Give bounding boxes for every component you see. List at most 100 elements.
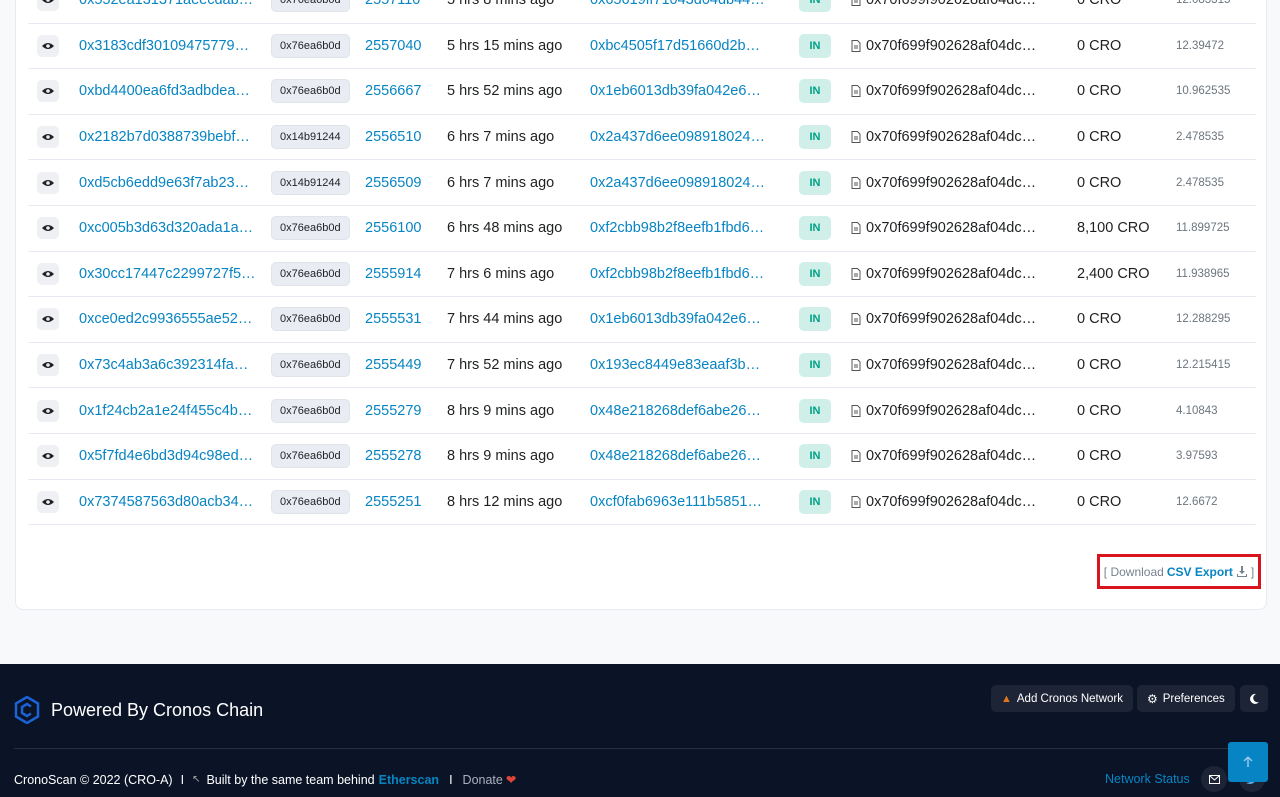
value-text: 0 CRO (1077, 448, 1122, 465)
block-link[interactable]: 2555449 (365, 357, 421, 373)
from-address-link[interactable]: 0x48e218268def6abe26… (590, 448, 768, 464)
block-link[interactable]: 2557040 (365, 38, 421, 54)
footer-divider (14, 748, 1266, 749)
txn-fee-text: 11.938965 (1176, 267, 1230, 280)
direction-badge: IN (799, 353, 831, 378)
from-address-link[interactable]: 0xf2cbb98b2f8eefb1fbd6… (590, 266, 768, 282)
view-details-button[interactable] (37, 126, 59, 149)
txn-hash-link[interactable]: 0xbd4400ea6fd3adbdea… (79, 83, 257, 99)
txn-hash-link[interactable]: 0xce0ed2c9936555ae52… (79, 311, 257, 327)
age-text: 7 hrs 52 mins ago (447, 357, 563, 374)
direction-badge: IN (799, 0, 831, 13)
method-badge: 0x76ea6b0d (271, 353, 350, 378)
to-address-text[interactable]: 0x70f699f902628af04dc… (866, 129, 1038, 145)
to-address-text[interactable]: 0x70f699f902628af04dc… (866, 83, 1038, 99)
to-address-text[interactable]: 0x70f699f902628af04dc… (866, 311, 1038, 327)
txn-hash-link[interactable]: 0xd5cb6edd9e63f7ab23… (79, 175, 257, 191)
eye-icon (42, 225, 54, 232)
txn-hash-link[interactable]: 0x7374587563d80acb34… (79, 494, 257, 510)
to-address-text[interactable]: 0x70f699f902628af04dc… (866, 403, 1038, 419)
txn-hash-link[interactable]: 0x73c4ab3a6c392314fa… (79, 357, 257, 373)
to-address-text[interactable]: 0x70f699f902628af04dc… (866, 0, 1038, 8)
value-text: 2,400 CRO (1077, 265, 1150, 282)
txn-hash-link[interactable]: 0x3183cdf30109475779… (79, 38, 257, 54)
txn-hash-link[interactable]: 0x5f7fd4e6bd3d94c98ed… (79, 448, 257, 464)
to-address-text[interactable]: 0x70f699f902628af04dc… (866, 38, 1038, 54)
add-cronos-network-button[interactable]: ▲ Add Cronos Network (991, 685, 1133, 712)
export-suffix: ] (1250, 564, 1255, 579)
age-text: 8 hrs 9 mins ago (447, 402, 555, 419)
back-to-top-button[interactable] (1228, 742, 1268, 782)
block-link[interactable]: 2557110 (365, 0, 420, 8)
to-address-text[interactable]: 0x70f699f902628af04dc… (866, 448, 1038, 464)
view-details-button[interactable] (37, 399, 59, 422)
from-address-link[interactable]: 0x193ec8449e83eaaf3b… (590, 357, 768, 373)
txn-hash-link[interactable]: 0x30cc17447c2299727f5… (79, 266, 257, 282)
to-address-text[interactable]: 0x70f699f902628af04dc… (866, 357, 1038, 373)
dark-mode-toggle[interactable] (1240, 685, 1268, 712)
block-link[interactable]: 2556100 (365, 220, 421, 236)
to-address-text[interactable]: 0x70f699f902628af04dc… (866, 266, 1038, 282)
eye-icon (42, 362, 54, 369)
view-details-button[interactable] (37, 171, 59, 194)
block-link[interactable]: 2556510 (365, 129, 421, 145)
age-text: 5 hrs 15 mins ago (447, 37, 563, 54)
age-text: 5 hrs 8 mins ago (447, 0, 555, 9)
view-details-button[interactable] (37, 445, 59, 468)
preferences-label: Preferences (1162, 692, 1225, 705)
block-link[interactable]: 2555914 (365, 266, 421, 282)
value-text: 0 CRO (1077, 0, 1122, 9)
txn-hash-link[interactable]: 0x2182b7d0388739bebf… (79, 129, 257, 145)
email-button[interactable] (1201, 766, 1227, 792)
from-address-link[interactable]: 0x48e218268def6abe26… (590, 403, 768, 419)
preferences-button[interactable]: ⚙ Preferences (1137, 685, 1235, 712)
txn-hash-link[interactable]: 0xc005b3d63d320ada1a… (79, 220, 257, 236)
view-details-button[interactable] (37, 217, 59, 240)
age-text: 6 hrs 48 mins ago (447, 220, 563, 237)
from-address-link[interactable]: 0xbc4505f17d51660d2b… (590, 38, 768, 54)
to-address-text[interactable]: 0x70f699f902628af04dc… (866, 494, 1038, 510)
from-address-link[interactable]: 0x1eb6013db39fa042e6… (590, 83, 768, 99)
eye-icon (42, 42, 54, 49)
view-details-button[interactable] (37, 80, 59, 103)
value-text: 0 CRO (1077, 311, 1122, 328)
to-address-text[interactable]: 0x70f699f902628af04dc… (866, 220, 1038, 236)
from-address-link[interactable]: 0x2a437d6ee098918024… (590, 129, 768, 145)
view-details-button[interactable] (37, 0, 59, 12)
view-details-button[interactable] (37, 262, 59, 285)
csv-export-link[interactable]: CSV Export (1167, 565, 1233, 579)
view-details-button[interactable] (37, 490, 59, 513)
from-address-link[interactable]: 0x65619ff71043d04db44… (590, 0, 768, 8)
block-link[interactable]: 2556509 (365, 175, 421, 191)
donate-link[interactable]: Donate (463, 773, 503, 787)
txn-fee-text: 4.10843 (1176, 404, 1218, 417)
txn-hash-link[interactable]: 0x552ea131371aeecdab… (79, 0, 257, 8)
eye-icon (42, 407, 54, 414)
block-link[interactable]: 2555531 (365, 311, 421, 327)
contract-file-icon (851, 131, 861, 144)
direction-badge: IN (799, 216, 831, 241)
from-address-link[interactable]: 0x2a437d6ee098918024… (590, 175, 768, 191)
block-link[interactable]: 2555251 (365, 494, 421, 510)
from-address-link[interactable]: 0xf2cbb98b2f8eefb1fbd6… (590, 220, 768, 236)
from-address-link[interactable]: 0x1eb6013db39fa042e6… (590, 311, 768, 327)
view-details-button[interactable] (37, 308, 59, 331)
contract-file-icon (851, 0, 861, 7)
txn-hash-link[interactable]: 0x1f24cb2a1e24f455c4b… (79, 403, 257, 419)
to-address-text[interactable]: 0x70f699f902628af04dc… (866, 175, 1038, 191)
view-details-button[interactable] (37, 34, 59, 57)
method-badge: 0x76ea6b0d (271, 444, 350, 469)
block-link[interactable]: 2556667 (365, 83, 421, 99)
footer-brand[interactable]: Powered By Cronos Chain (14, 696, 263, 724)
view-details-button[interactable] (37, 354, 59, 377)
direction-badge: IN (799, 125, 831, 150)
from-address-link[interactable]: 0xcf0fab6963e111b5851… (590, 494, 768, 510)
network-status-link[interactable]: Network Status (1105, 772, 1190, 786)
block-link[interactable]: 2555278 (365, 448, 421, 464)
built-by-text: Built by the same team behind (206, 772, 375, 787)
eye-icon (42, 0, 54, 4)
etherscan-link[interactable]: Etherscan (379, 773, 439, 787)
method-badge: 0x76ea6b0d (271, 398, 350, 423)
direction-badge: IN (799, 444, 831, 469)
block-link[interactable]: 2555279 (365, 403, 421, 419)
